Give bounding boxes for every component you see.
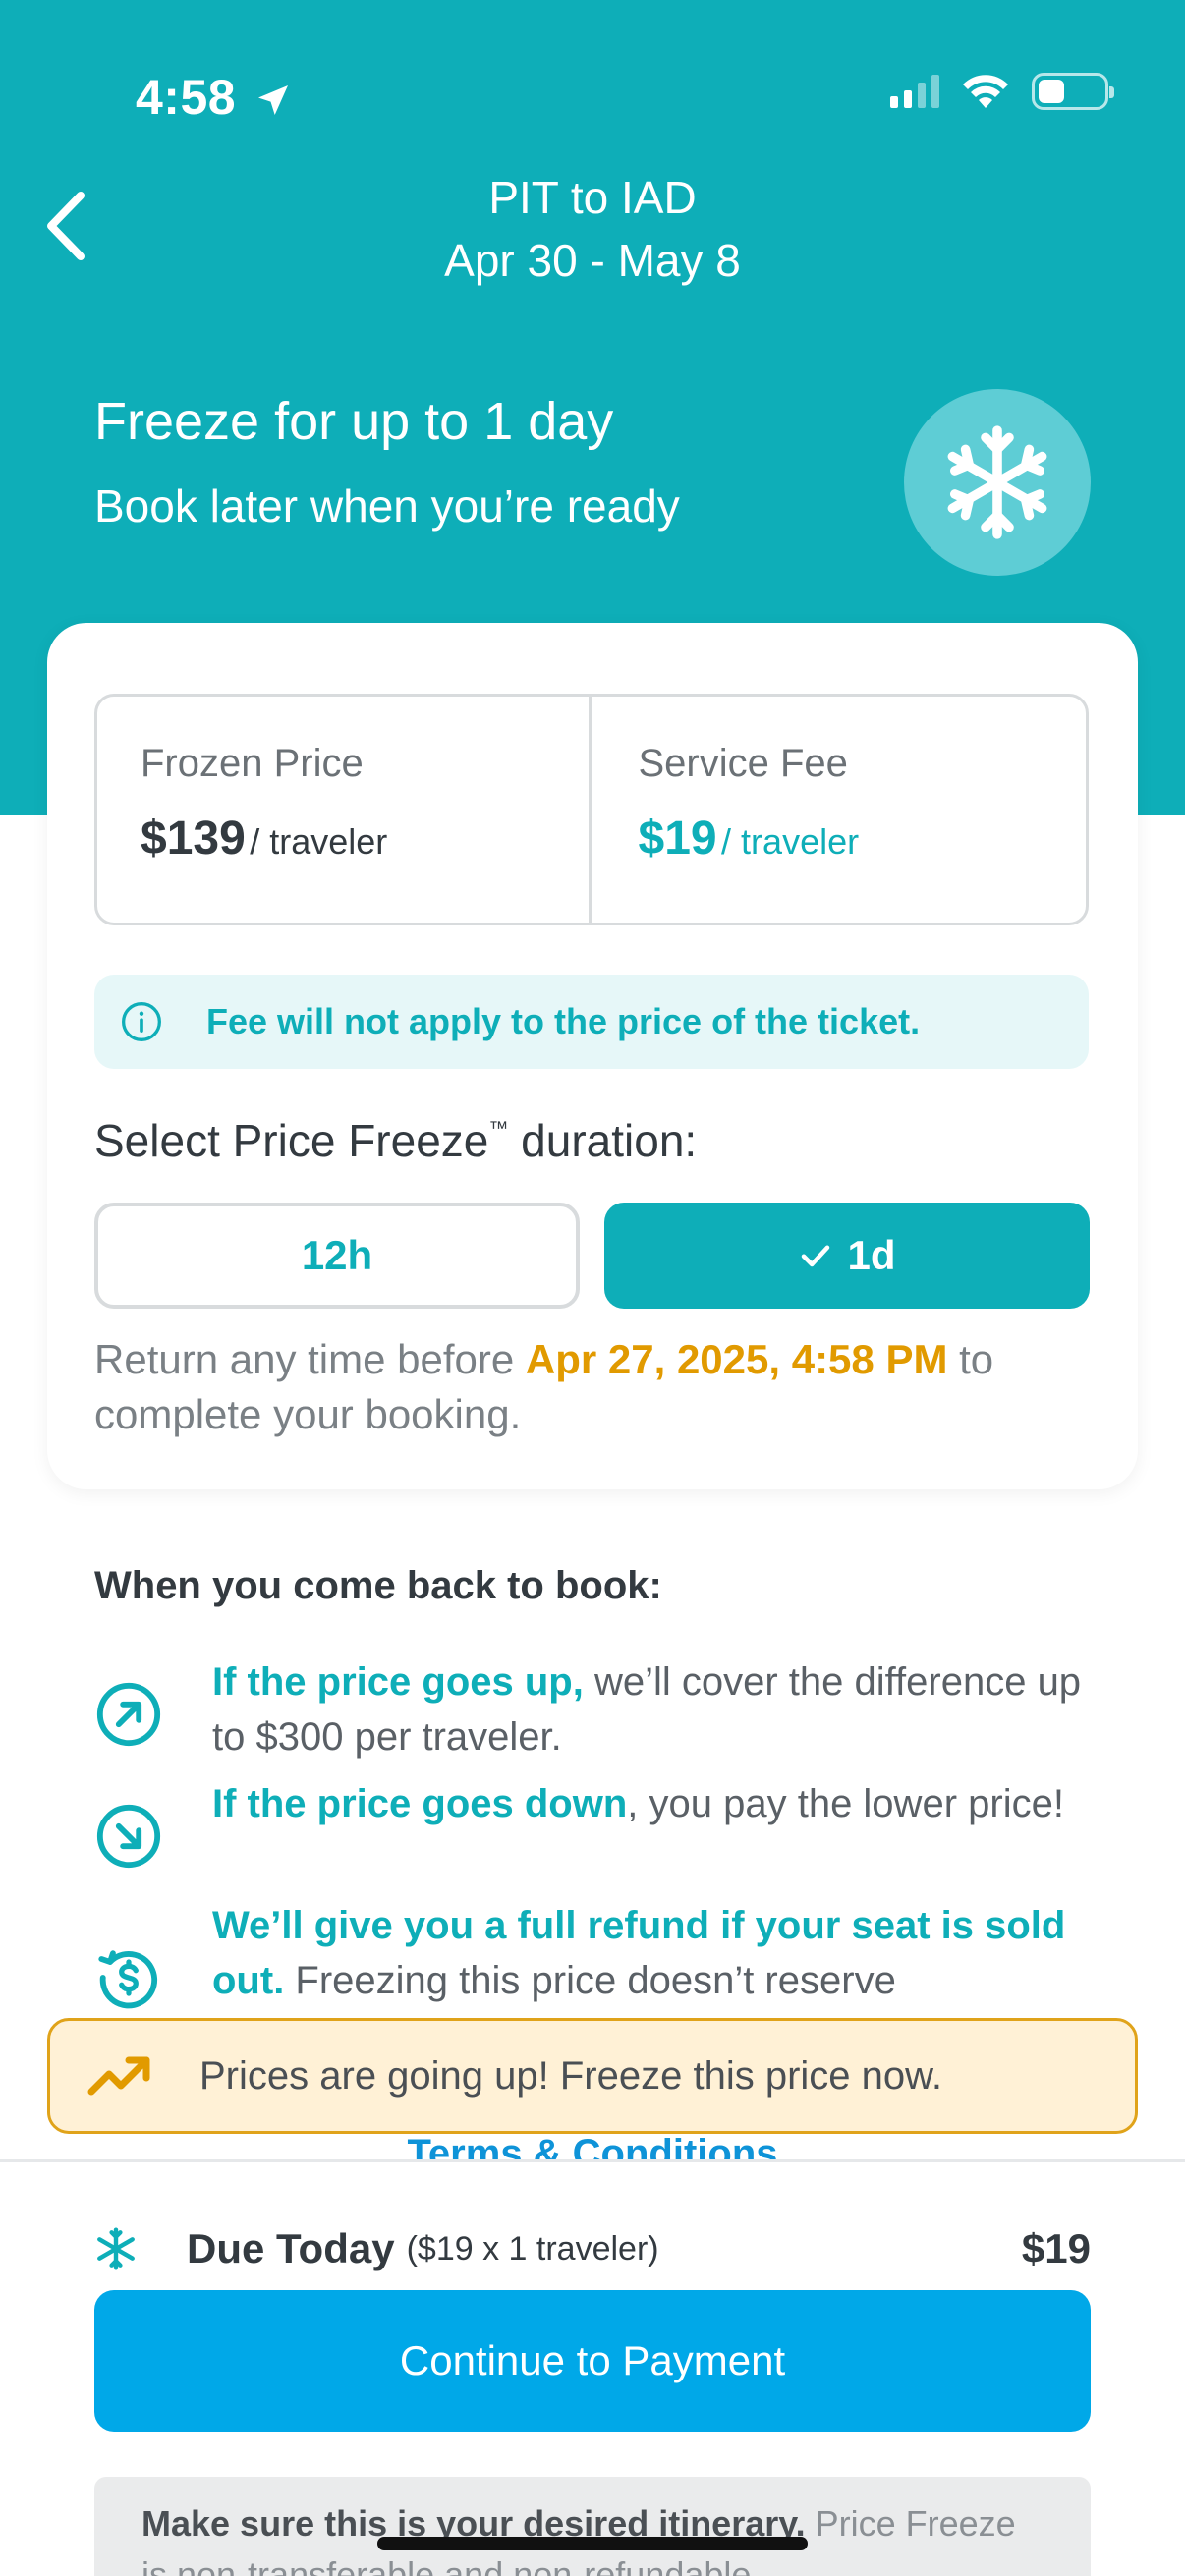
route-title: PIT to IAD (488, 172, 697, 223)
duration-option-12h[interactable]: 12h (94, 1203, 580, 1309)
duration-title-text: Select Price Freeze (94, 1115, 489, 1166)
service-fee-label: Service Fee (638, 742, 848, 785)
cellular-signal-icon (890, 75, 939, 108)
location-arrow-icon (258, 85, 289, 115)
freeze-subtitle: Book later when you’re ready (94, 480, 680, 532)
frozen-price-label: Frozen Price (141, 742, 364, 785)
duration-option-1d[interactable]: 1d (604, 1203, 1090, 1309)
status-icons (890, 73, 1114, 110)
duration-title: Select Price Freeze™ duration: (94, 1114, 697, 1167)
benefit-price-down-highlight: If the price goes down (212, 1782, 628, 1825)
checkmark-icon (802, 1245, 830, 1267)
arrow-down-right-circle-icon (96, 1804, 161, 1869)
trademark-mark: ™ (488, 1118, 509, 1140)
benefit-price-up-text: If the price goes up, we’ll cover the di… (212, 1654, 1116, 1764)
benefit-price-down-text: If the price goes down, you pay the lowe… (212, 1776, 1116, 1831)
price-alert-text: Prices are going up! Freeze this price n… (199, 2053, 942, 2098)
frozen-price-amount: $139 (141, 812, 246, 865)
service-fee: Service Fee $19 / traveler (588, 697, 1087, 923)
route-dates: Apr 30 - May 8 (444, 235, 741, 286)
price-summary: Frozen Price $139 / traveler Service Fee… (94, 694, 1089, 925)
snowflake-icon (97, 2227, 135, 2270)
due-today-label: Due Today (187, 2225, 395, 2271)
benefits-title: When you come back to book: (94, 1564, 662, 1607)
price-freeze-card: Frozen Price $139 / traveler Service Fee… (47, 623, 1138, 1489)
battery-icon (1032, 73, 1114, 110)
arrow-up-right-circle-icon (96, 1682, 161, 1747)
frozen-price: Frozen Price $139 / traveler (97, 697, 589, 923)
home-indicator[interactable] (377, 2537, 808, 2550)
frozen-price-unit: / traveler (250, 821, 388, 862)
benefit-price-up-highlight: If the price goes up, (212, 1660, 584, 1704)
due-today-row: Due Today ($19 x 1 traveler) $19 (94, 2219, 1091, 2278)
return-prefix: Return any time before (94, 1336, 526, 1382)
fee-info-text: Fee will not apply to the price of the t… (206, 1001, 921, 1041)
refund-dollar-icon (98, 1950, 158, 2009)
return-deadline-text: Return any time before Apr 27, 2025, 4:5… (94, 1332, 1097, 1442)
service-fee-amount: $19 (638, 812, 717, 865)
duration-title-suffix: duration: (508, 1115, 698, 1166)
snowflake-badge (904, 389, 1091, 576)
due-today-detail: ($19 x 1 traveler) (406, 2229, 659, 2268)
checkout-footer: Due Today ($19 x 1 traveler) $19 Continu… (0, 2159, 1185, 2576)
status-time-text: 4:58 (136, 70, 237, 125)
freeze-title: Freeze for up to 1 day (94, 392, 614, 451)
continue-to-payment-button[interactable]: Continue to Payment (94, 2290, 1091, 2432)
info-icon (122, 1002, 161, 1041)
benefit-price-down-body: , you pay the lower price! (627, 1782, 1064, 1825)
itinerary-notice: Make sure this is your desired itinerary… (94, 2477, 1091, 2576)
due-today-amount: $19 (1021, 2225, 1091, 2271)
snowflake-icon (947, 425, 1047, 539)
benefit-refund-text: We’ll give you a full refund if your sea… (212, 1898, 1116, 2008)
status-time: 4:58 (136, 69, 293, 126)
return-date: Apr 27, 2025, 4:58 PM (525, 1336, 948, 1382)
duration-option-1d-label: 1d (847, 1232, 896, 1278)
service-fee-unit: / traveler (721, 821, 860, 862)
fee-info-banner: Fee will not apply to the price of the t… (94, 975, 1089, 1069)
duration-option-12h-label: 12h (301, 1232, 373, 1278)
price-alert-banner: Prices are going up! Freeze this price n… (47, 2018, 1138, 2134)
wifi-icon (963, 75, 1008, 108)
trending-up-icon (87, 2056, 150, 2096)
benefit-refund-body: Freezing this price doesn’t reserve (284, 1959, 896, 2002)
battery-level (1039, 80, 1064, 103)
